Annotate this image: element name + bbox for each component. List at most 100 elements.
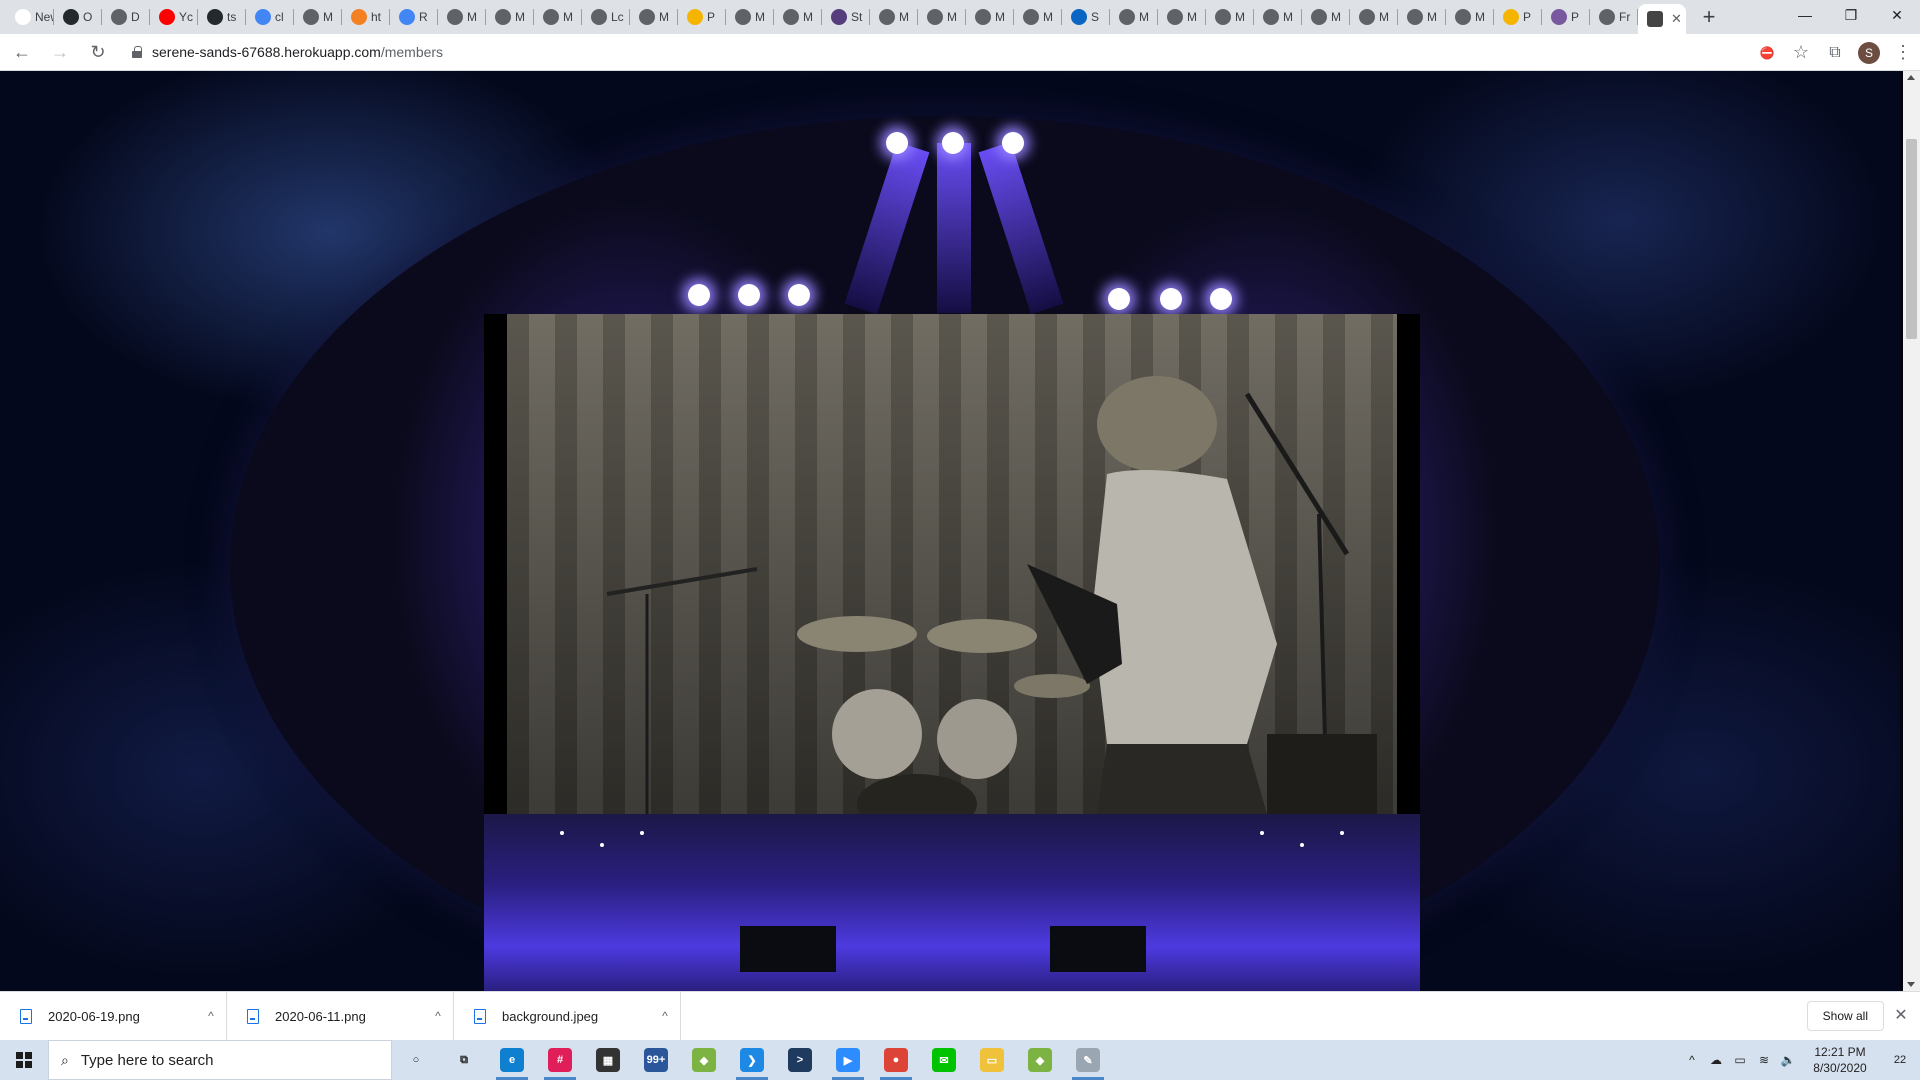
- back-button[interactable]: ←: [6, 36, 38, 68]
- taskbar-app-3[interactable]: #: [536, 1040, 584, 1080]
- tab-4[interactable]: ts: [198, 0, 246, 34]
- tab-label: R: [419, 10, 428, 24]
- address-bar[interactable]: serene-sands-67688.herokuapp.com/members: [122, 37, 1772, 67]
- extensions-icon[interactable]: ⧉: [1818, 36, 1852, 70]
- tab-5[interactable]: cl: [246, 0, 294, 34]
- tab-10[interactable]: M: [486, 0, 534, 34]
- tab-33[interactable]: Fr: [1590, 0, 1638, 34]
- minimize-button[interactable]: —: [1782, 0, 1828, 30]
- scroll-down-arrow[interactable]: [1907, 982, 1915, 987]
- file-icon: [247, 1008, 259, 1024]
- reload-button[interactable]: ↻: [82, 36, 114, 68]
- tab-16[interactable]: M: [774, 0, 822, 34]
- tab-2[interactable]: D: [102, 0, 150, 34]
- show-all-button[interactable]: Show all: [1806, 1001, 1884, 1031]
- tab-9[interactable]: M: [438, 0, 486, 34]
- close-window-button[interactable]: ✕: [1874, 0, 1920, 30]
- tab-27[interactable]: M: [1302, 0, 1350, 34]
- bookmark-star-icon[interactable]: ☆: [1784, 36, 1818, 70]
- taskbar-app-4[interactable]: ▦: [584, 1040, 632, 1080]
- tab-26[interactable]: M: [1254, 0, 1302, 34]
- tab-8[interactable]: R: [390, 0, 438, 34]
- tab-0[interactable]: New T: [6, 0, 54, 34]
- tab-active[interactable]: ✕: [1638, 4, 1686, 34]
- taskbar-app-1[interactable]: ⧉: [440, 1040, 488, 1080]
- forward-button[interactable]: →: [44, 36, 76, 68]
- globe-icon: [1263, 9, 1279, 25]
- video-frame[interactable]: [507, 314, 1397, 814]
- taskbar-app-10[interactable]: ●: [872, 1040, 920, 1080]
- star-light: [600, 843, 604, 847]
- tab-30[interactable]: M: [1446, 0, 1494, 34]
- taskbar-app-9[interactable]: ▶: [824, 1040, 872, 1080]
- tab-17[interactable]: St: [822, 0, 870, 34]
- tab-3[interactable]: Yc: [150, 0, 198, 34]
- stackoverflow-icon: [351, 9, 367, 25]
- notification-center-icon[interactable]: 22: [1880, 1040, 1920, 1080]
- chevron-up-icon[interactable]: ^: [650, 1009, 680, 1023]
- download-item[interactable]: background.jpeg ^: [454, 991, 681, 1041]
- tab-24[interactable]: M: [1158, 0, 1206, 34]
- scroll-thumb[interactable]: [1906, 139, 1917, 339]
- tab-14[interactable]: P: [678, 0, 726, 34]
- battery-icon[interactable]: ▭: [1728, 1040, 1752, 1080]
- tab-1[interactable]: O: [54, 0, 102, 34]
- taskbar-app-13[interactable]: ◆: [1016, 1040, 1064, 1080]
- chevron-up-icon[interactable]: ^: [1680, 1040, 1704, 1080]
- tab-18[interactable]: M: [870, 0, 918, 34]
- restore-button[interactable]: ❐: [1828, 0, 1874, 30]
- tab-6[interactable]: M: [294, 0, 342, 34]
- tab-31[interactable]: P: [1494, 0, 1542, 34]
- download-filename: 2020-06-11.png: [275, 1008, 366, 1024]
- taskbar-app-7[interactable]: ❯: [728, 1040, 776, 1080]
- tab-28[interactable]: M: [1350, 0, 1398, 34]
- video-player[interactable]: [484, 314, 1420, 814]
- download-item[interactable]: 2020-06-11.png ^: [227, 991, 454, 1041]
- volume-icon[interactable]: 🔈: [1776, 1040, 1800, 1080]
- tab-29[interactable]: M: [1398, 0, 1446, 34]
- chevron-up-icon[interactable]: ^: [423, 1009, 453, 1023]
- taskbar-app-5[interactable]: 99+: [632, 1040, 680, 1080]
- blocked-content-icon[interactable]: ⛔: [1750, 36, 1784, 70]
- taskbar-app-2[interactable]: e: [488, 1040, 536, 1080]
- store-icon: ▦: [596, 1048, 620, 1072]
- mic-stand: [606, 567, 758, 596]
- chevron-up-icon[interactable]: ^: [196, 1009, 226, 1023]
- taskbar-app-14[interactable]: ✎: [1064, 1040, 1112, 1080]
- stage-speaker: [740, 926, 836, 972]
- download-item[interactable]: 2020-06-19.png ^: [0, 991, 227, 1041]
- taskbar-app-0[interactable]: ○: [392, 1040, 440, 1080]
- tab-13[interactable]: M: [630, 0, 678, 34]
- profile-button[interactable]: S: [1852, 36, 1886, 70]
- tab-12[interactable]: Lc: [582, 0, 630, 34]
- close-tab-icon[interactable]: ✕: [1671, 11, 1682, 27]
- wifi-icon[interactable]: ≋: [1752, 1040, 1776, 1080]
- globe-icon: [1407, 9, 1423, 25]
- scroll-up-arrow[interactable]: [1907, 75, 1915, 80]
- tab-15[interactable]: M: [726, 0, 774, 34]
- new-tab-button[interactable]: +: [1694, 2, 1724, 32]
- tab-11[interactable]: M: [534, 0, 582, 34]
- taskbar-app-6[interactable]: ◆: [680, 1040, 728, 1080]
- tab-23[interactable]: M: [1110, 0, 1158, 34]
- tab-19[interactable]: M: [918, 0, 966, 34]
- tab-20[interactable]: M: [966, 0, 1014, 34]
- tab-21[interactable]: M: [1014, 0, 1062, 34]
- globe-icon: [735, 9, 751, 25]
- tab-7[interactable]: ht: [342, 0, 390, 34]
- tab-25[interactable]: M: [1206, 0, 1254, 34]
- taskbar-app-12[interactable]: ▭: [968, 1040, 1016, 1080]
- taskbar-search-input[interactable]: ⌕ Type here to search: [48, 1040, 392, 1080]
- onedrive-icon[interactable]: ☁: [1704, 1040, 1728, 1080]
- globe-icon: [783, 9, 799, 25]
- start-button[interactable]: [0, 1040, 48, 1080]
- tab-22[interactable]: S: [1062, 0, 1110, 34]
- tab-label: M: [1235, 10, 1245, 24]
- taskbar-app-11[interactable]: ✉: [920, 1040, 968, 1080]
- menu-icon[interactable]: ⋮: [1886, 36, 1920, 70]
- tab-32[interactable]: P: [1542, 0, 1590, 34]
- clock[interactable]: 12:21 PM 8/30/2020: [1800, 1044, 1880, 1076]
- taskbar-app-8[interactable]: >: [776, 1040, 824, 1080]
- close-icon[interactable]: ✕: [1890, 1004, 1912, 1026]
- page-scrollbar[interactable]: [1903, 71, 1920, 991]
